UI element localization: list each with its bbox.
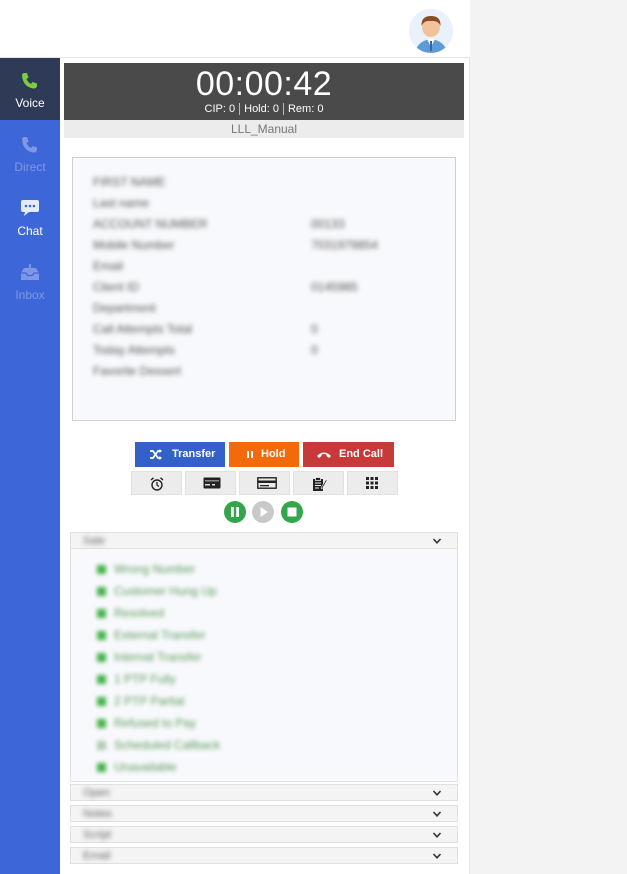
sidebar-item-voice[interactable]: Voice	[0, 58, 60, 120]
user-avatar-icon[interactable]	[409, 9, 453, 53]
disposition-item[interactable]: External Transfer	[97, 628, 205, 642]
chevron-down-icon	[432, 811, 442, 817]
stop-recording-button[interactable]	[281, 501, 303, 523]
accordion-title: Script	[83, 829, 112, 841]
pause-recording-button[interactable]	[224, 501, 246, 523]
disposition-accordion-header[interactable]: Sale	[70, 532, 458, 549]
disposition-item[interactable]: Scheduled Callback	[97, 738, 220, 752]
shuffle-icon	[150, 449, 162, 460]
campaign-name: LLL_Manual	[64, 120, 464, 138]
chevron-down-icon	[432, 790, 442, 796]
customer-info-box: FIRST NAME Last name ACCOUNT NUMBER 00133…	[72, 157, 456, 421]
accordion-title: Sale	[83, 535, 106, 547]
call-timer-box: 00:00:42 CIP: 0 Hold: 0 Rem: 0	[64, 63, 464, 120]
card-reader-button[interactable]	[239, 471, 290, 495]
section-accordion[interactable]: Open	[70, 784, 458, 801]
sidebar-item-direct[interactable]: Direct	[0, 122, 60, 184]
sidebar: Voice Direct Chat Inbox	[0, 58, 60, 874]
right-empty-pane	[470, 0, 627, 874]
inbox-icon	[21, 264, 39, 280]
phone-icon	[22, 73, 37, 89]
sidebar-item-inbox[interactable]: Inbox	[0, 250, 60, 312]
stop-circle-icon	[281, 501, 303, 523]
hold-button[interactable]: Hold	[229, 442, 299, 467]
payment-card-button[interactable]	[185, 471, 236, 495]
sidebar-item-label: Voice	[15, 96, 45, 110]
sidebar-item-label: Chat	[17, 224, 43, 238]
credit-card-icon	[203, 477, 221, 489]
top-bar	[0, 0, 475, 58]
call-panel: 00:00:42 CIP: 0 Hold: 0 Rem: 0 LLL_Manual …	[60, 58, 470, 874]
sidebar-item-label: Direct	[14, 160, 46, 174]
card-reader-icon	[257, 477, 277, 489]
sidebar-item-chat[interactable]: Chat	[0, 186, 60, 248]
notes-button[interactable]	[293, 471, 344, 495]
chat-icon	[21, 200, 39, 216]
accordion-title: Notes	[83, 808, 112, 820]
hang-up-icon	[317, 452, 331, 458]
dialpad-icon	[366, 477, 378, 489]
section-accordion[interactable]: Notes	[70, 805, 458, 822]
disposition-item[interactable]: Resolved	[97, 606, 164, 620]
phone-icon	[22, 137, 37, 153]
disposition-item[interactable]: 2 PTP Partial	[97, 694, 184, 708]
disposition-item[interactable]: Unavailable	[97, 760, 177, 774]
play-circle-icon	[252, 501, 274, 523]
end-call-button[interactable]: End Call	[303, 442, 394, 467]
section-accordion[interactable]: Script	[70, 826, 458, 843]
pause-icon	[247, 451, 253, 458]
disposition-item[interactable]: 1 PTP Fully	[97, 672, 176, 686]
call-stats: CIP: 0 Hold: 0 Rem: 0	[64, 103, 464, 116]
disposition-list: Wrong Number Customer Hung Up Resolved E…	[70, 549, 458, 782]
accordion-title: Open	[83, 787, 110, 799]
hold-label: Hold	[261, 448, 286, 460]
section-accordion[interactable]: Email	[70, 847, 458, 864]
chevron-down-icon	[432, 832, 442, 838]
alarm-button[interactable]	[131, 471, 182, 495]
pause-circle-icon	[224, 501, 246, 523]
dialpad-button[interactable]	[347, 471, 398, 495]
notes-icon	[313, 477, 327, 491]
disposition-item[interactable]: Internal Transfer	[97, 650, 201, 664]
cip-count: CIP: 0	[204, 103, 236, 115]
alarm-clock-icon	[150, 477, 164, 491]
disposition-item[interactable]: Customer Hung Up	[97, 584, 217, 598]
chevron-down-icon	[432, 538, 442, 544]
sidebar-item-label: Inbox	[15, 288, 45, 302]
remaining-count: Rem: 0	[287, 103, 324, 115]
hold-count: Hold: 0	[244, 103, 279, 115]
play-recording-button[interactable]	[252, 501, 274, 523]
transfer-button[interactable]: Transfer	[135, 442, 225, 467]
transfer-label: Transfer	[172, 448, 216, 460]
end-call-label: End Call	[339, 448, 384, 460]
call-timer: 00:00:42	[195, 65, 333, 103]
disposition-item[interactable]: Wrong Number	[97, 562, 195, 576]
disposition-item[interactable]: Refused to Pay	[97, 716, 196, 730]
chevron-down-icon	[432, 853, 442, 859]
accordion-title: Email	[83, 850, 111, 862]
